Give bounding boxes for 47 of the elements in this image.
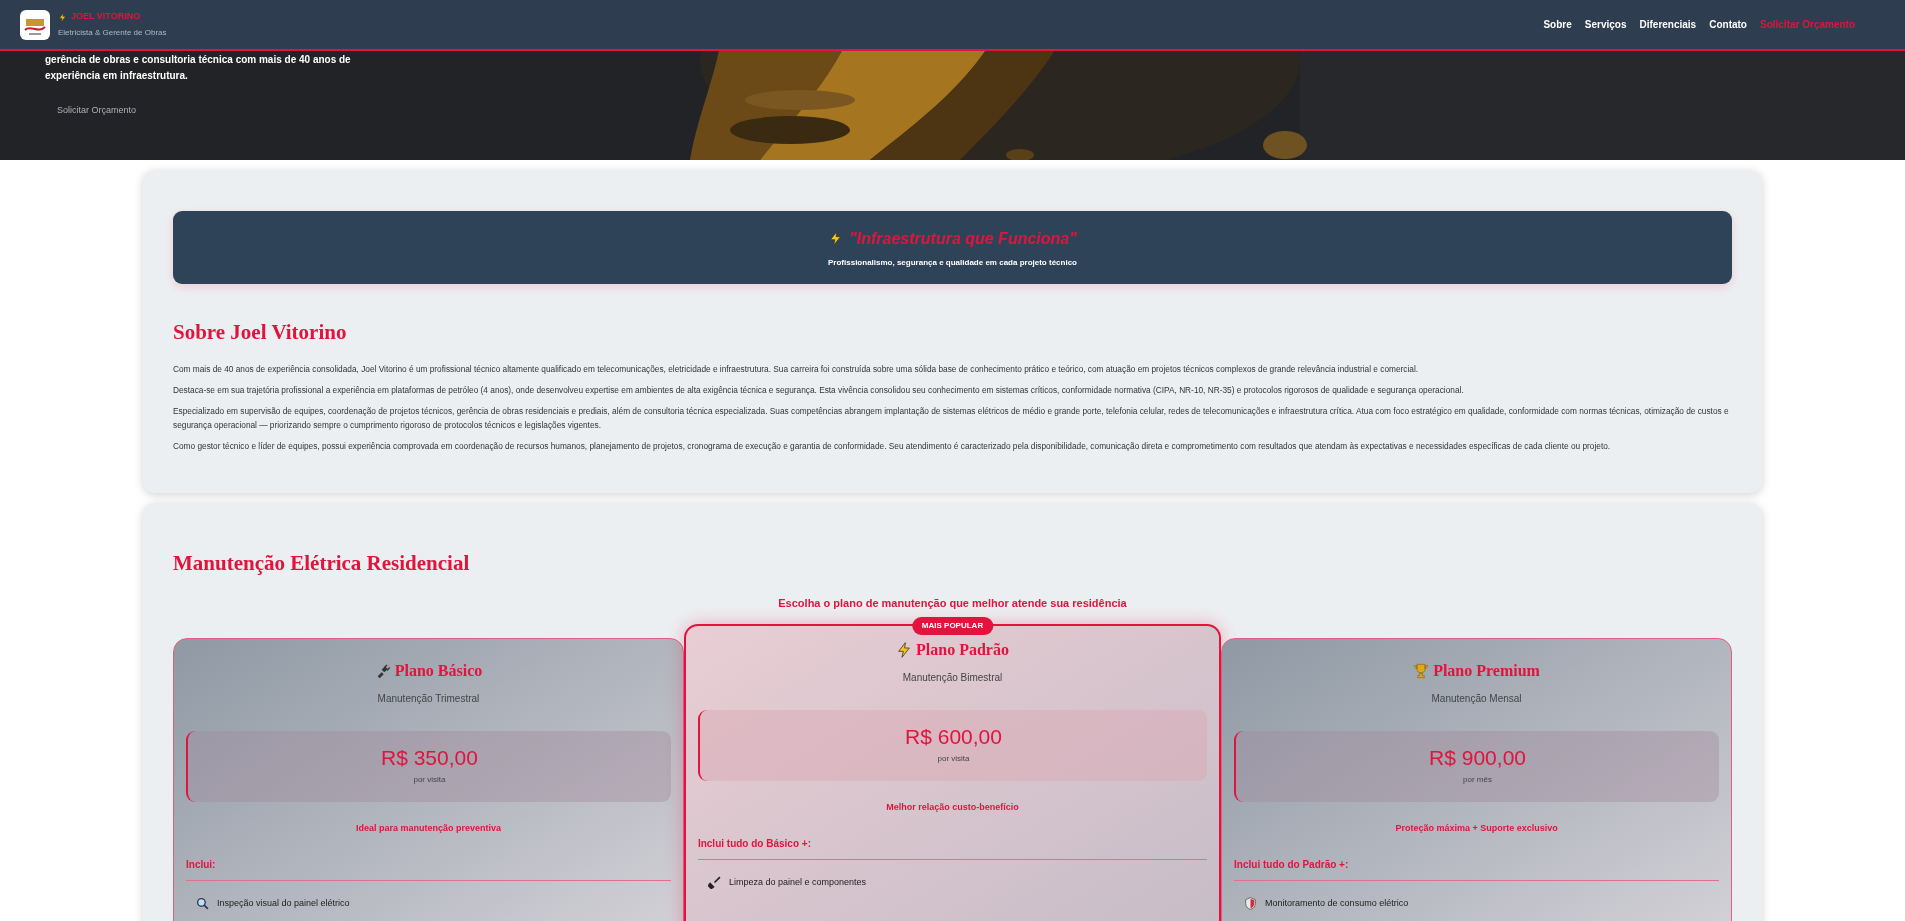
section-heading: Manutenção Elétrica Residencial — [173, 549, 471, 577]
includes-label: Inclui tudo do Básico +: — [697, 836, 1208, 860]
popular-badge: MAIS POPULAR — [911, 616, 994, 635]
banner-subtitle: Profissionalismo, segurança e qualidade em cada projeto técnico — [828, 256, 1077, 269]
nav-link[interactable]: Diferenciais — [1639, 17, 1697, 32]
includes-label: Inclui: — [186, 857, 671, 881]
logo-icon — [20, 9, 50, 40]
plan-title: Plano Padrão — [916, 639, 1009, 660]
plan-frequency: Manutenção Mensal — [1431, 691, 1522, 706]
shield-icon — [1244, 897, 1258, 911]
plans-subtitle: Escolha o plano de manutenção que melhor atende sua residência — [777, 596, 1128, 611]
plan-title: Plano Premium — [1433, 660, 1540, 681]
banner-title: "Infraestrutura que Funciona" — [849, 228, 1077, 249]
includes-label: Inclui tudo do Padrão +: — [1234, 857, 1719, 881]
about-paragraph: Destaca-se em sua trajetória profissional a experiência em plataformas de petróleo (4 anos), onde desenvolveu expertise em ambientes de alta exigência técnica e segurança. Esta vivência consolidou seu conhecimento em sistemas críticos, conformidade normativa (CIPA, NR-10, NR-35) e protocolos rigorosos de qualidade e segurança operacional. — [173, 383, 1465, 397]
plan-title: Plano Básico — [394, 660, 483, 681]
nav-link[interactable]: Sobre — [1543, 17, 1572, 32]
plan-highlight: Melhor relação custo-benefício — [886, 800, 1019, 814]
nav-link[interactable]: Serviços — [1584, 17, 1627, 32]
plan-highlight: Proteção máxima + Suporte exclusivo — [1395, 821, 1558, 835]
price-period: por mês — [1463, 773, 1492, 786]
about-paragraph: Como gestor técnico e líder de equipes, possui experiência comprovada em coordenação de recursos humanos, planejamento de projetos, cronograma de execução e garantia de conformidade. Seu atendimento é caracterizado pela disponibilidade, comunicação direta e comprometimento com resultados que atendam às expectativas e necessidades específicas de cada cliente ou projeto. — [173, 439, 1612, 453]
section-heading: Sobre Joel Vitorino — [173, 319, 348, 346]
hero-text: gerência de obras e consultoria técnica com mais de 40 anos de experiência em infraestrutura. — [45, 53, 352, 83]
price-period: por visita — [937, 752, 970, 765]
feature-text: Limpeza do painel e componentes — [728, 876, 866, 889]
trophy-icon — [1413, 662, 1430, 679]
plan-frequency: Manutenção Bimestral — [902, 670, 1003, 685]
plan-price: R$ 900,00 — [1429, 746, 1526, 768]
lightning-icon — [58, 12, 67, 22]
price-period: por visita — [413, 773, 446, 786]
nav-link[interactable]: Contato — [1709, 17, 1747, 32]
plan-price: R$ 350,00 — [381, 746, 478, 768]
plan-frequency: Manutenção Trimestral — [377, 691, 480, 706]
plan-price: R$ 600,00 — [905, 725, 1002, 747]
feature-text: Monitoramento de consumo elétrico — [1265, 897, 1409, 910]
brand-name: JOEL VITORINO — [71, 10, 141, 24]
about-paragraph: Especializado em supervisão de equipes, coordenação de projetos técnicos, gerência de obras residenciais e prediais, além de consultoria técnica especializada. Suas competências abrangem implantação de sistemas elétricos de médio e grande porte, telefonia celular, redes de telecomunicações e infraestrutura crítica. Atua com foco estratégico em qualidade, conformidade com normas técnicas, otimização de custos e segurança operacional — priorizando sempre o cumprimento rigoroso de protocolos técnicos e legislações vigentes. — [173, 404, 1730, 432]
brand-tagline: Eletricista & Gerente de Obras — [58, 26, 167, 39]
search-icon — [196, 897, 209, 911]
lightning-icon — [896, 641, 913, 658]
feature-text: Inspeção visual do painel elétrico — [217, 897, 350, 910]
quote-button[interactable]: Solicitar Orçamento — [57, 104, 137, 118]
about-paragraph: Com mais de 40 anos de experiência consolidada, Joel Vitorino é um profissional técnico altamente qualificado em telecomunicações, eletricidade e infraestrutura. Sua carreira foi construída sobre uma sólida base de conhecimento prático e teórico, com atuação em projetos técnicos complexos de grande relevância industrial e comercial. — [173, 362, 1420, 376]
broom-icon — [707, 876, 721, 890]
plan-highlight: Ideal para manutenção preventiva — [355, 821, 501, 835]
lightning-icon — [828, 231, 844, 246]
